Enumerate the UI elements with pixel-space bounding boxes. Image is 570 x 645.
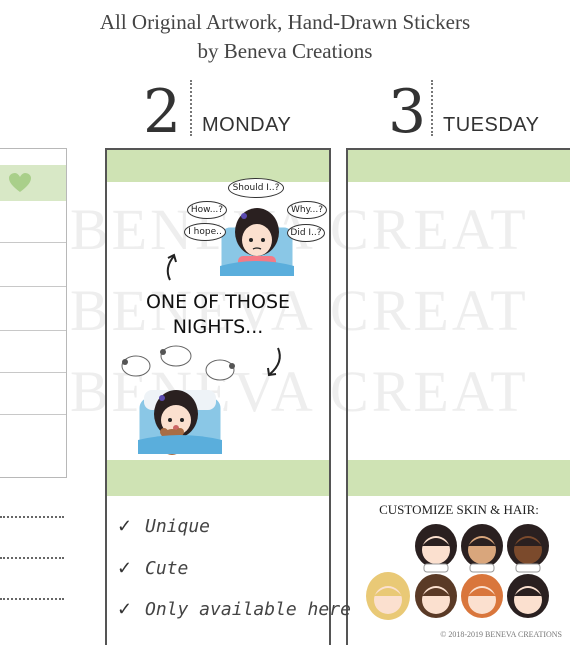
thought-bubble: Why...?	[287, 201, 327, 219]
day-name-monday: MONDAY	[202, 114, 292, 136]
header-line-2: by Beneva Creations	[197, 39, 373, 63]
skin-hair-options	[366, 524, 549, 620]
thought-bubble: Should I..?	[228, 178, 284, 198]
left-card-line	[0, 372, 66, 373]
avatar-option	[366, 572, 410, 620]
tuesday-top-band	[348, 150, 570, 182]
dotted-line	[0, 557, 64, 559]
heart-icon	[9, 173, 31, 192]
avatar-option	[507, 574, 549, 618]
avatar-option	[461, 574, 503, 618]
check-icon: ✓	[117, 558, 133, 578]
day-name-tuesday: TUESDAY	[443, 114, 540, 136]
dotted-line	[0, 516, 64, 518]
dotted-line	[0, 598, 64, 600]
sticker-caption: ONE OF THOSE NIGHTS...	[108, 290, 328, 340]
feature-item: Cute	[145, 558, 189, 579]
day-divider	[190, 80, 192, 136]
left-card-line	[0, 286, 66, 287]
feature-item: Unique	[145, 516, 211, 537]
avatar-option	[415, 524, 457, 573]
avatar-option	[415, 574, 457, 618]
arrow-icon	[267, 347, 281, 377]
caption-line-1: ONE OF THOSE	[145, 291, 291, 313]
check-icon: ✓	[117, 599, 133, 619]
left-card-line	[0, 242, 66, 243]
copyright-notice: © 2018-2019 BENEVA CREATIONS	[440, 630, 562, 639]
avatar-option	[461, 524, 503, 573]
counting-sheep-sticker	[121, 345, 235, 456]
day-number-tuesday: 3	[388, 77, 427, 147]
left-card-line	[0, 330, 66, 331]
day-number-monday: 2	[143, 77, 182, 147]
thought-bubble: I hope..	[184, 223, 226, 241]
monday-bottom-band	[107, 460, 329, 496]
arrow-icon	[166, 253, 177, 281]
thought-bubble: Did I..?	[287, 224, 325, 242]
tuesday-bottom-band	[348, 460, 570, 496]
avatar-option	[507, 524, 549, 573]
feature-item: Only available here	[145, 599, 351, 620]
monday-top-band	[107, 150, 329, 182]
caption-line-2: NIGHTS...	[172, 316, 264, 338]
left-card-line	[0, 414, 66, 415]
day-divider	[431, 80, 433, 136]
header-line-1: All Original Artwork, Hand-Drawn Sticker…	[99, 10, 471, 34]
check-icon: ✓	[117, 516, 133, 536]
thought-bubble: How...?	[187, 201, 227, 219]
page-header: All Original Artwork, Hand-Drawn Sticker…	[0, 8, 570, 66]
left-card-band	[0, 165, 66, 201]
